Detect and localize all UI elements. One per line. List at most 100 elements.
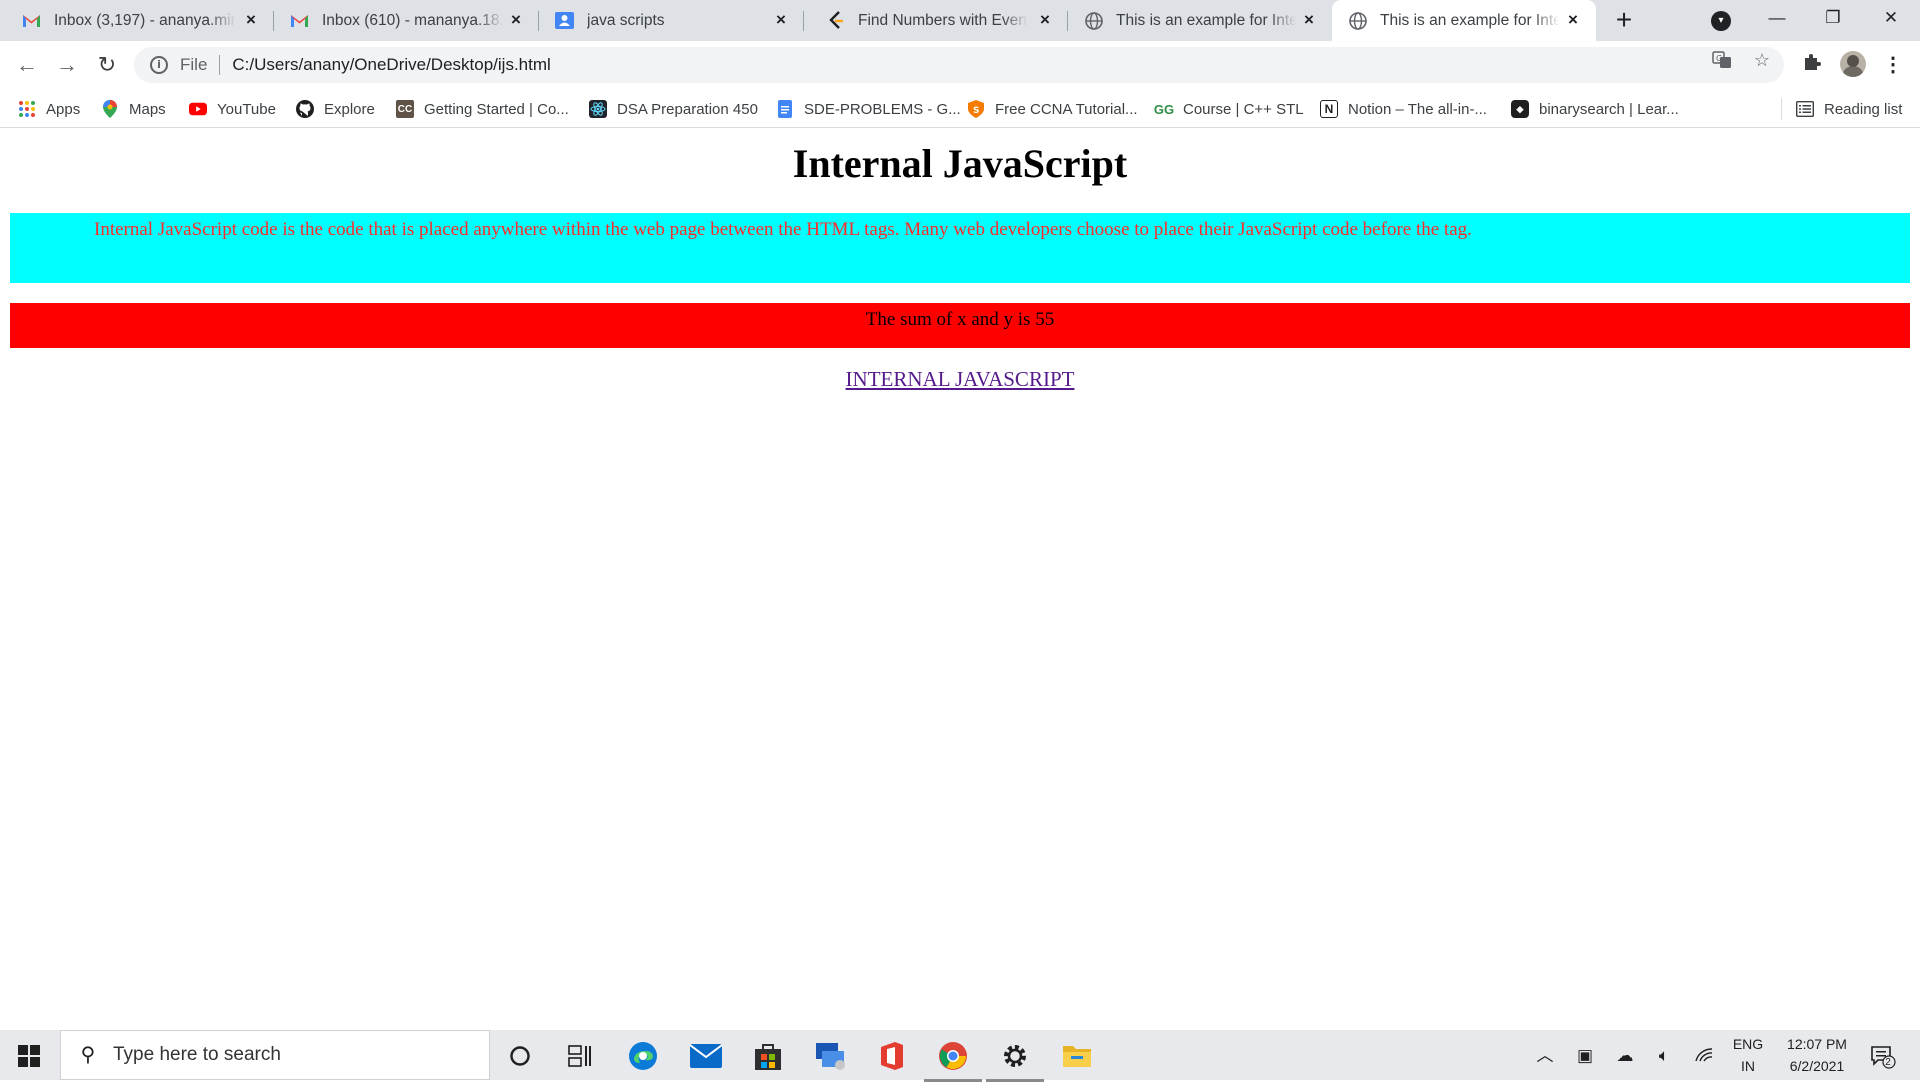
search-icon: ⚲ [80,1044,96,1066]
divider [1781,98,1782,120]
result-box: The sum of x and y is 55 [10,303,1910,348]
volume-speaker-icon[interactable]: 🔈︎ [1653,1045,1675,1067]
youtube-icon [189,100,207,118]
settings-gear-icon[interactable] [986,1039,1044,1082]
bookmark-youtube[interactable]: YouTube [189,97,276,121]
docs-icon [776,100,794,118]
tab-inbox-1[interactable]: Inbox (3,197) - ananya.miriyala × [0,0,274,41]
globe-icon [1348,11,1367,30]
tab-strip: Inbox (3,197) - ananya.miriyala × Inbox … [0,0,1920,41]
bookmark-label: Explore [324,100,375,118]
github-icon [296,100,314,118]
reading-list-label: Reading list [1824,100,1903,118]
bookmark-label: Apps [46,100,81,118]
bookmark-dsa[interactable]: DSA Preparation 450 [589,97,758,121]
bookmarks-bar: Apps Maps YouTube Explore CC Getting Sta… [0,89,1920,128]
onedrive-cloud-icon[interactable]: ☁ [1614,1045,1636,1067]
internal-javascript-link[interactable]: INTERNAL JAVASCRIPT [846,367,1075,391]
binarysearch-icon: ◆ [1511,100,1529,118]
bookmark-cpp-stl[interactable]: GG Course | C++ STL [1153,97,1304,121]
extensions-icon[interactable] [1799,52,1825,78]
search-placeholder: Type here to search [113,1044,281,1065]
address-bar[interactable]: i File C:/Users/anany/OneDrive/Desktop/i… [134,47,1784,83]
tab-title: java scripts [587,11,665,29]
info-icon[interactable]: i [150,56,168,74]
close-tab-icon[interactable]: × [1036,11,1054,29]
chrome-icon[interactable] [924,1039,982,1082]
taskbar-search-box[interactable]: ⚲ Type here to search [60,1030,490,1080]
close-tab-icon[interactable]: × [507,11,525,29]
reading-list-icon [1796,100,1814,118]
bookmark-label: Maps [129,100,166,118]
bookmark-explore[interactable]: Explore [296,97,375,121]
translate-icon[interactable]: G [1712,50,1732,70]
bookmark-star-icon[interactable]: ☆ [1752,50,1772,70]
bookmark-label: binarysearch | Lear... [1539,100,1679,118]
bookmark-maps[interactable]: Maps [101,97,166,121]
show-hidden-icons-chevron-icon[interactable]: ︿ [1534,1045,1556,1067]
bookmark-label: Free CCNA Tutorial... [995,100,1138,118]
meet-now-icon[interactable]: ▣ [1574,1045,1596,1067]
page-heading: Internal JavaScript [792,141,1128,186]
bookmark-binarysearch[interactable]: ◆ binarysearch | Lear... [1511,97,1679,121]
result-text: The sum of x and y is 55 [865,309,1055,330]
bookmark-apps[interactable]: Apps [18,97,80,121]
svg-text:G: G [1716,54,1722,63]
close-tab-icon[interactable]: × [1300,11,1318,29]
tab-java-scripts[interactable]: java scripts × [539,0,804,41]
network-wifi-icon[interactable] [1693,1045,1715,1067]
clock-date[interactable]: 6/2/2021 [1772,1058,1862,1074]
close-tab-icon[interactable]: × [772,11,790,29]
bookmark-label: SDE-PROBLEMS - G... [804,100,961,118]
restore-icon[interactable]: ❐ [1813,4,1853,32]
microsoft-store-icon[interactable] [751,1039,785,1073]
profile-avatar[interactable] [1840,51,1866,77]
tab-title: Find Numbers with Even Number of Digits [858,11,1028,29]
globe-icon [1084,11,1103,30]
minimize-icon[interactable]: — [1757,4,1797,32]
tab-example-1[interactable]: This is an example for Internal JavaScri… [1068,0,1332,41]
bookmark-label: YouTube [217,100,276,118]
remote-desktop-icon[interactable] [813,1039,847,1073]
gmail-icon [290,11,309,30]
bookmark-sde-problems[interactable]: SDE-PROBLEMS - G... [776,97,961,121]
svg-text:S: S [973,106,979,116]
bookmark-label: Course | C++ STL [1183,100,1304,118]
bookmark-getting-started[interactable]: CC Getting Started | Co... [396,97,569,121]
close-tab-icon[interactable]: × [1564,11,1582,29]
tab-inbox-2[interactable]: Inbox (610) - mananya.18.it × [274,0,539,41]
file-explorer-icon[interactable] [1060,1039,1094,1073]
tab-search-icon[interactable]: ▾ [1711,11,1731,31]
forward-icon[interactable]: → [54,53,80,79]
region-indicator[interactable]: IN [1730,1058,1766,1074]
mail-icon[interactable] [689,1039,723,1073]
clock-time[interactable]: 12:07 PM [1772,1036,1862,1052]
url-text[interactable]: C:/Users/anany/OneDrive/Desktop/ijs.html [232,55,550,75]
close-window-icon[interactable]: ✕ [1871,4,1911,32]
new-tab-button[interactable]: + [1610,6,1638,35]
close-tab-icon[interactable]: × [242,11,260,29]
tab-find-numbers[interactable]: Find Numbers with Even Number of Digits … [804,0,1068,41]
task-view-icon[interactable] [563,1039,597,1073]
tab-title: Inbox (3,197) - ananya.miriyala [54,11,236,29]
gfg-icon: GG [1153,101,1175,117]
notifications-icon[interactable]: 2 [1868,1045,1898,1069]
edge-icon[interactable] [626,1039,660,1073]
tab-title: This is an example for Internal JavaScri… [1116,11,1296,29]
windows-taskbar: ⚲ Type here to search ︿ ▣ ☁ 🔈︎ ENG IN 12… [0,1030,1920,1082]
notification-count: 2 [1885,1057,1891,1068]
cortana-icon[interactable] [503,1039,537,1073]
tab-example-active[interactable]: This is an example for Internal JavaScri… [1332,0,1596,41]
reading-list-button[interactable]: Reading list [1796,97,1902,121]
maps-pin-icon [101,100,119,118]
office-icon[interactable] [875,1039,909,1073]
back-icon[interactable]: ← [14,53,40,79]
tab-title: Inbox (610) - mananya.18.it [322,11,504,29]
bookmark-ccna[interactable]: S Free CCNA Tutorial... [967,97,1138,121]
language-indicator[interactable]: ENG [1730,1036,1766,1052]
reload-icon[interactable]: ↻ [94,53,120,79]
bookmark-notion[interactable]: N Notion – The all-in-... [1320,97,1487,121]
windows-start-icon[interactable] [18,1045,40,1067]
react-icon [589,100,607,118]
menu-kebab-icon[interactable]: ⋮ [1880,52,1906,78]
